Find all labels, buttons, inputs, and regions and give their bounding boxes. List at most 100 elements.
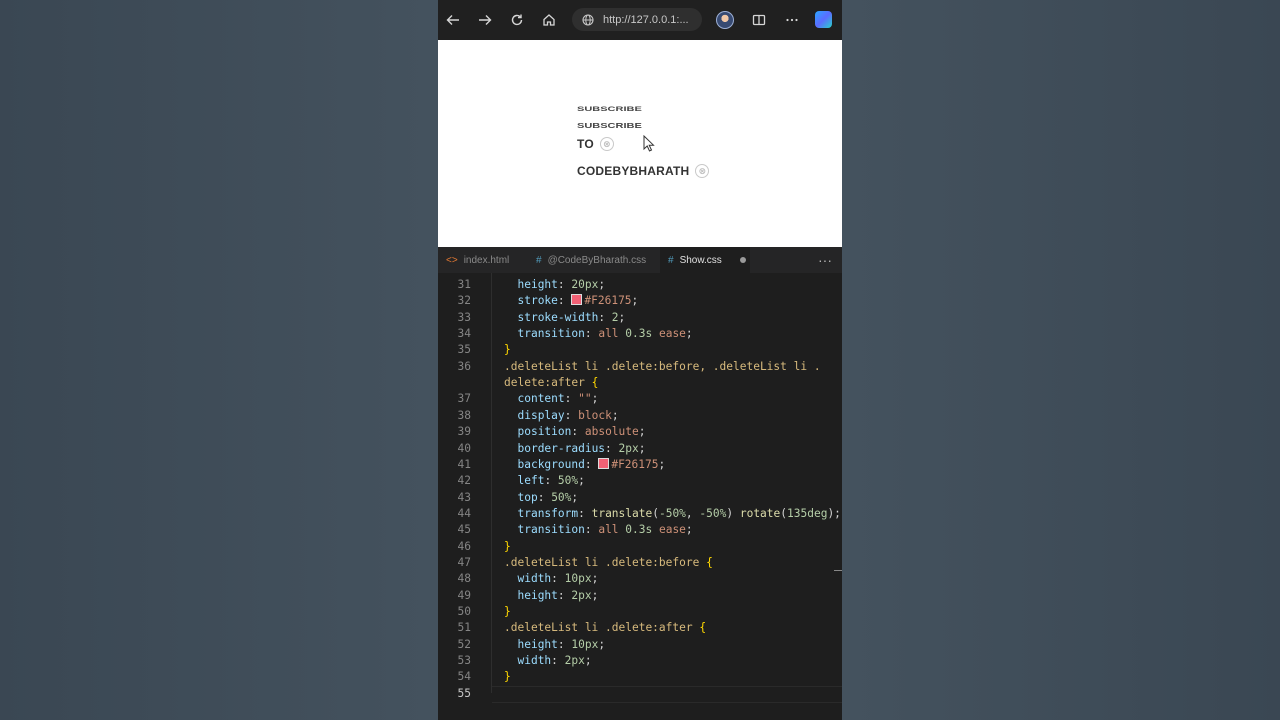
list-item-label: CODEBYBHARATH xyxy=(577,164,690,178)
tab-codebybharath-css[interactable]: # @CodeByBharath.css xyxy=(536,247,656,273)
code-token: : xyxy=(571,425,585,439)
split-screen-button[interactable] xyxy=(747,8,771,32)
delete-circle-icon[interactable]: ⊗ xyxy=(599,137,614,151)
line-number: 32 xyxy=(457,294,471,308)
refresh-button[interactable] xyxy=(505,8,529,32)
address-bar[interactable]: http://127.0.0.1:... xyxy=(572,8,702,31)
code-text: delete:after { xyxy=(504,375,598,391)
code-line[interactable]: 48 width: 10px; xyxy=(438,571,842,587)
tab-show-css[interactable]: # Show.css xyxy=(660,247,750,273)
back-button[interactable] xyxy=(441,8,465,32)
code-line[interactable]: 40 border-radius: 2px; xyxy=(438,441,842,457)
code-token: ; xyxy=(578,474,585,488)
code-token: stroke xyxy=(517,294,558,308)
tab-index-html[interactable]: <> index.html xyxy=(446,247,526,273)
code-line[interactable]: 38 display: block; xyxy=(438,408,842,424)
code-line[interactable]: 50} xyxy=(438,604,842,620)
forward-button[interactable] xyxy=(473,8,497,32)
background-left xyxy=(0,0,438,720)
animating-list-item-top: SUBSCRIBE xyxy=(577,106,642,113)
code-text: } xyxy=(504,604,511,620)
code-token: height xyxy=(517,588,558,602)
code-token: content xyxy=(517,392,565,406)
code-token: .deleteList li .delete:before, .deleteLi… xyxy=(504,359,821,373)
code-token: 2 xyxy=(611,310,619,324)
globe-icon xyxy=(582,13,594,26)
code-token: #F26175 xyxy=(584,294,632,308)
code-token: ease xyxy=(652,327,686,341)
code-token: : xyxy=(551,654,565,668)
code-line[interactable]: 37 content: ""; xyxy=(438,391,842,407)
line-number: 35 xyxy=(457,343,471,357)
code-line[interactable]: 32 stroke: #F26175; xyxy=(438,293,842,309)
line-number: 52 xyxy=(457,637,471,651)
code-token: , xyxy=(685,506,700,520)
delete-circle-icon[interactable]: ⊗ xyxy=(695,164,710,178)
code-line[interactable]: 54} xyxy=(438,669,842,685)
code-text: top: 50%; xyxy=(504,490,578,506)
line-number: 51 xyxy=(457,621,471,635)
code-line[interactable]: 49 height: 2px; xyxy=(438,588,842,604)
browser-menu-button[interactable] xyxy=(780,8,804,32)
code-line[interactable]: 44 transform: translate(-50%, -50%) rota… xyxy=(438,506,842,522)
code-token: } xyxy=(504,539,511,553)
line-number: 39 xyxy=(457,425,471,439)
list-item-label: TO xyxy=(577,137,594,151)
code-editor[interactable]: 31 height: 20px; 32 stroke: #F26175; 33 st… xyxy=(438,273,842,720)
code-token: 20px xyxy=(571,278,599,291)
code-text: stroke: #F26175; xyxy=(504,293,638,309)
code-text: .deleteList li .delete:before { xyxy=(504,555,713,571)
code-token: ; xyxy=(685,523,693,537)
code-line[interactable]: 33 stroke-width: 2; xyxy=(438,310,842,326)
code-token: translate xyxy=(591,506,653,520)
code-line[interactable]: 36 .deleteList li .delete:before, .delete… xyxy=(438,359,842,375)
code-line[interactable]: 35} xyxy=(438,342,842,358)
code-line[interactable]: 55 xyxy=(438,685,842,703)
line-number: 50 xyxy=(457,605,471,618)
code-line[interactable]: 46} xyxy=(438,539,842,555)
profile-avatar-icon[interactable] xyxy=(716,11,734,29)
code-token: 2px xyxy=(571,588,592,602)
code-line[interactable]: 41 background: #F26175; xyxy=(438,457,842,473)
code-token: ; xyxy=(571,490,579,504)
home-button[interactable] xyxy=(537,8,561,32)
code-line[interactable]: 47 .deleteList li .delete:before { xyxy=(438,555,842,571)
code-line[interactable]: 45 transition: all 0.3s ease; xyxy=(438,522,842,538)
line-number: 34 xyxy=(457,327,471,341)
line-number: 41 xyxy=(457,457,471,471)
code-text: background: #F26175; xyxy=(504,457,665,473)
code-token: 10px xyxy=(564,572,592,586)
code-token: ); xyxy=(827,506,841,520)
home-icon xyxy=(543,14,555,26)
code-text: display: block; xyxy=(504,408,618,424)
code-line[interactable]: 52 height: 10px; xyxy=(438,637,842,653)
code-text: transition: all 0.3s ease; xyxy=(504,326,692,342)
code-token: ; xyxy=(618,310,626,324)
code-token: : xyxy=(584,327,599,341)
arrow-right-icon xyxy=(479,15,492,25)
code-line[interactable]: 51 .deleteList li .delete:after { xyxy=(438,620,842,636)
code-line[interactable]: 53 width: 2px; xyxy=(438,653,842,669)
code-line[interactable]: 42 left: 50%; xyxy=(438,473,842,489)
code-line[interactable]: 39 position: absolute; xyxy=(438,424,842,440)
code-token: 2px xyxy=(564,654,585,668)
copilot-icon[interactable] xyxy=(815,11,832,28)
more-actions-button[interactable]: ··· xyxy=(818,252,832,268)
code-line[interactable]: delete:after { xyxy=(438,375,842,391)
code-token: 10px xyxy=(571,637,599,651)
line-number: 55 xyxy=(457,686,471,700)
line-number: 37 xyxy=(457,392,471,406)
code-token: : xyxy=(584,523,599,537)
code-line[interactable]: 34 transition: all 0.3s ease; xyxy=(438,326,842,342)
code-line[interactable]: 31 height: 20px; xyxy=(438,277,842,293)
code-token: rotate xyxy=(739,506,781,520)
line-number: 44 xyxy=(457,506,471,520)
code-token: : xyxy=(598,310,612,324)
code-line[interactable]: 43 top: 50%; xyxy=(438,490,842,506)
code-token: 0.3s xyxy=(625,327,653,341)
